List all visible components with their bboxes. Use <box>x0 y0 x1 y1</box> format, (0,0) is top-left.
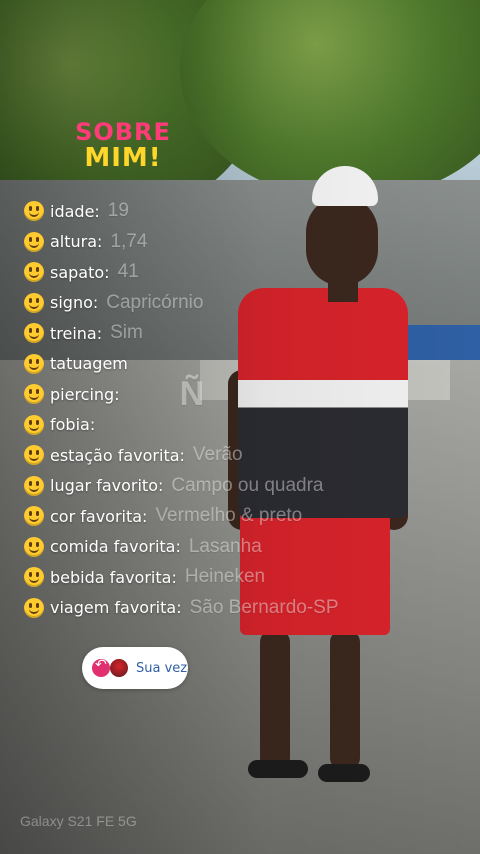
smiley-emoji-icon <box>24 506 44 527</box>
list-item: treina: Sim <box>24 318 464 349</box>
smiley-emoji-icon <box>24 292 44 313</box>
smiley-emoji-icon <box>24 353 44 374</box>
item-label: treina: <box>50 323 103 343</box>
item-value: São Bernardo-SP <box>189 596 339 618</box>
item-value: Capricórnio <box>106 291 204 313</box>
item-value: Lasanha <box>188 535 262 557</box>
sua-vez-label: Sua vez <box>136 660 188 676</box>
smiley-emoji-icon <box>24 231 44 252</box>
list-item: viagem favorita: São Bernardo-SP <box>24 593 464 624</box>
list-item: lugar favorito: Campo ou quadra <box>24 471 464 502</box>
list-item: signo: Capricórnio <box>24 288 464 319</box>
smiley-emoji-icon <box>24 597 44 618</box>
item-label: lugar favorito: <box>50 476 164 496</box>
title-line-2: MIM! <box>84 143 162 174</box>
item-value: 41 <box>117 261 139 283</box>
list-item: comida favorita: Lasanha <box>24 532 464 563</box>
sua-vez-button[interactable]: Sua vez <box>82 647 188 689</box>
story-title: SOBRE MIM! <box>68 118 178 174</box>
item-label: altura: <box>50 232 103 252</box>
list-item: sapato: 41 <box>24 257 464 288</box>
list-item: tatuagem <box>24 349 464 380</box>
device-watermark: Galaxy S21 FE 5G <box>20 813 137 829</box>
smiley-emoji-icon <box>24 384 44 405</box>
item-label: tatuagem <box>50 354 128 374</box>
reply-arrow-icon <box>92 657 110 677</box>
item-label: idade: <box>50 201 100 221</box>
item-label: fobia: <box>50 415 96 435</box>
item-value: 1,74 <box>110 230 148 252</box>
item-label: cor favorita: <box>50 506 148 526</box>
item-value: Heineken <box>184 566 266 588</box>
smiley-emoji-icon <box>24 201 44 222</box>
item-value: Vermelho & preto <box>155 505 303 527</box>
item-value: Verão <box>192 444 243 466</box>
item-value: Campo ou quadra <box>171 474 324 496</box>
list-item: cor favorita: Vermelho & preto <box>24 501 464 532</box>
item-label: bebida favorita: <box>50 567 177 587</box>
list-item: estação favorita: Verão <box>24 440 464 471</box>
smiley-emoji-icon <box>24 567 44 588</box>
item-value: 19 <box>107 200 129 222</box>
item-label: comida favorita: <box>50 537 181 557</box>
smiley-emoji-icon <box>24 323 44 344</box>
list-item: fobia: <box>24 410 464 441</box>
item-label: estação favorita: <box>50 445 185 465</box>
about-list: idade: 19 altura: 1,74 sapato: 41 signo: Cap… <box>24 196 464 623</box>
list-item: idade: 19 <box>24 196 464 227</box>
smiley-emoji-icon <box>24 445 44 466</box>
item-label: signo: <box>50 293 99 313</box>
item-label: viagem favorita: <box>50 598 182 618</box>
smiley-emoji-icon <box>24 262 44 283</box>
avatar <box>108 657 130 679</box>
item-value: Ñ <box>179 374 205 413</box>
smiley-emoji-icon <box>24 414 44 435</box>
list-item: altura: 1,74 <box>24 227 464 258</box>
item-label: sapato: <box>50 262 110 282</box>
item-value: Sim <box>110 322 143 344</box>
smiley-emoji-icon <box>24 536 44 557</box>
smiley-emoji-icon <box>24 475 44 496</box>
list-item: piercing: Ñ <box>24 375 464 413</box>
list-item: bebida favorita: Heineken <box>24 562 464 593</box>
title-line-1: SOBRE <box>75 118 171 146</box>
item-label: piercing: <box>50 384 120 404</box>
